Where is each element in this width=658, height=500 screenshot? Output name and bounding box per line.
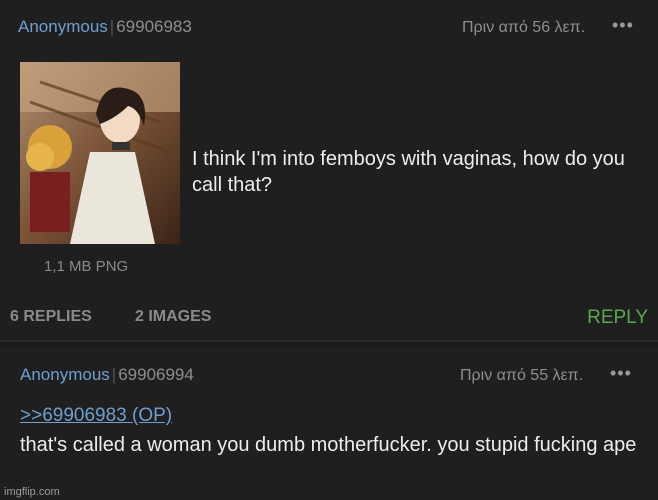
post-text: that's called a woman you dumb motherfuc… xyxy=(20,434,637,456)
post-image-thumbnail[interactable] xyxy=(20,62,180,244)
post-id[interactable]: 69906983 xyxy=(116,17,192,36)
header-separator: | xyxy=(111,365,117,384)
quote-link[interactable]: >>69906983 (OP) xyxy=(20,405,172,427)
file-info: 1,1 MB PNG xyxy=(44,258,129,275)
header-separator: | xyxy=(109,17,115,36)
post-timestamp: Πριν από 55 λεπ. xyxy=(460,367,584,384)
post-id[interactable]: 69906994 xyxy=(118,365,194,384)
poster-name[interactable]: Anonymous xyxy=(20,365,110,384)
more-dots-icon[interactable]: ••• xyxy=(610,363,632,384)
op-post: Anonymous | 69906983 Πριν από 56 λεπ. ••• xyxy=(0,0,658,342)
post-header: Anonymous | 69906994 xyxy=(20,365,194,385)
replies-count[interactable]: 6 REPLIES xyxy=(10,308,92,326)
post-timestamp: Πριν από 56 λεπ. xyxy=(462,19,586,36)
reply-post: Anonymous | 69906994 Πριν από 55 λεπ. ••• … xyxy=(0,345,658,500)
post-text: I think I'm into femboys with vaginas, h… xyxy=(192,148,625,196)
images-count[interactable]: 2 IMAGES xyxy=(135,308,211,326)
poster-name[interactable]: Anonymous xyxy=(18,17,108,36)
post-header: Anonymous | 69906983 xyxy=(18,17,192,37)
anime-character-image xyxy=(20,62,180,244)
reply-button[interactable]: REPLY xyxy=(587,307,648,329)
more-dots-icon[interactable]: ••• xyxy=(612,15,634,36)
watermark: imgflip.com xyxy=(4,486,60,498)
